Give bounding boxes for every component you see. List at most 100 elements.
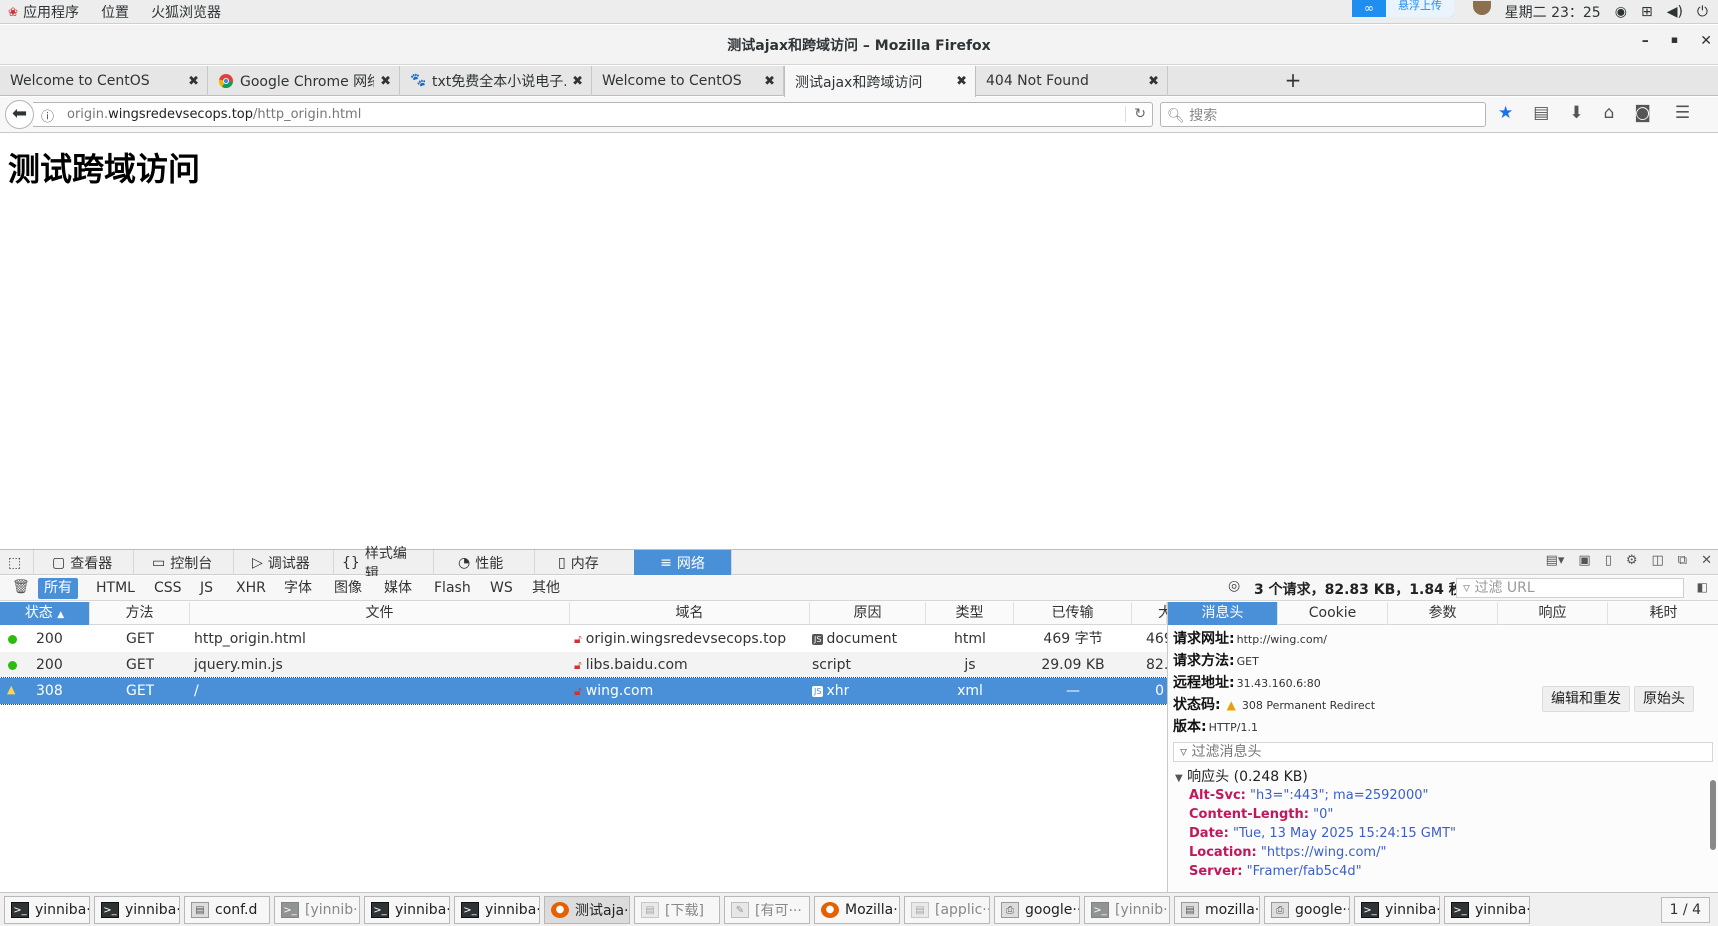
pocket-icon[interactable]: ◙ [1634,103,1651,123]
workspace-pager[interactable]: 1 / 4 [1660,897,1710,923]
column-type[interactable]: 类型 [926,602,1014,625]
task-firefox-active[interactable]: ● 测试aja··· [544,896,630,924]
column-file[interactable]: 文件 [190,602,570,625]
tab-style-editor[interactable]: {} 样式编辑... [334,546,434,582]
tab-404-not-found[interactable]: 404 Not Found ✖ [976,66,1168,96]
dock-side-icon[interactable]: ◫ [1652,553,1664,568]
tab-txt-novel[interactable]: 🐾 txt免费全本小说电子... ✖ [400,66,592,96]
tab-memory[interactable]: ▯ 内存 [550,550,635,575]
filter-xhr[interactable]: XHR [230,578,272,599]
undock-icon[interactable]: ⧉ [1678,553,1687,568]
task-google-installer[interactable]: ⎙ google··· [994,896,1080,924]
record-icon[interactable]: ◉ [1615,4,1627,20]
tab-welcome-centos-1[interactable]: Welcome to CentOS ✖ [0,66,208,96]
split-console-icon[interactable]: ▣ [1578,553,1590,568]
task-folder-applications[interactable]: ▤ [applic··· [904,896,990,924]
tab-google-chrome[interactable]: Google Chrome 网络... ✖ [208,66,400,96]
tab-params[interactable]: 参数 [1388,602,1498,625]
reload-icon[interactable]: ↻ [1125,106,1146,122]
places-menu[interactable]: 位置 [101,2,129,22]
filter-html[interactable]: HTML [90,578,141,599]
settings-gear-icon[interactable]: ⚙ [1626,553,1638,568]
toggle-raw-icon[interactable]: ◧ [1697,580,1708,594]
column-status[interactable]: 状态 ▲ [0,602,90,625]
close-tab-icon[interactable]: ✖ [188,74,199,89]
close-tab-icon[interactable]: ✖ [956,74,967,89]
tab-cookies[interactable]: Cookie [1278,602,1388,625]
volume-icon[interactable]: ◀) [1667,4,1683,20]
hamburger-menu-icon[interactable]: ☰ [1675,103,1690,123]
tab-timings[interactable]: 耗时 [1608,602,1718,625]
task-terminal[interactable]: >_ yinniba··· [454,896,540,924]
tab-inspector[interactable]: ▢ 查看器 [44,550,134,575]
column-method[interactable]: 方法 [90,602,190,625]
filter-css[interactable]: CSS [148,578,188,599]
tab-performance[interactable]: ◔ 性能 [450,550,535,575]
minimize-button[interactable]: – [1642,33,1649,49]
filter-all[interactable]: 所有 [38,578,78,599]
task-folder-confd[interactable]: ▤ conf.d [184,896,270,924]
details-scrollbar[interactable] [1710,780,1716,850]
bookmark-star-icon[interactable]: ★ [1498,103,1513,123]
home-icon[interactable]: ⌂ [1604,103,1615,123]
tab-headers[interactable]: 消息头 [1168,602,1278,625]
raw-headers-button[interactable]: 原始头 [1634,686,1694,712]
url-text[interactable]: origin.wingsredevsecops.top/http_origin.… [67,107,361,122]
bookmarks-list-icon[interactable]: ▤ [1533,103,1549,123]
baidu-upload-float[interactable]: ∞ 悬浮上传 [1352,0,1454,17]
close-window-button[interactable]: ✕ [1700,33,1712,49]
task-terminal[interactable]: >_ yinniba··· [364,896,450,924]
responsive-mode-icon[interactable]: ▯ [1605,553,1612,568]
column-transferred[interactable]: 已传输 [1014,602,1132,625]
task-folder-downloads[interactable]: ▤ [下载] [634,896,720,924]
search-input[interactable]: 🔍︎ 搜索 [1160,102,1486,127]
task-terminal[interactable]: >_ yinniba··· [1444,896,1530,924]
request-row[interactable]: 200 GET jquery.min.js 🔓︎ libs.baidu.com s… [0,652,1167,678]
column-cause[interactable]: 原因 [810,602,926,625]
task-editor[interactable]: ✎ [有可··· [724,896,810,924]
task-terminal-minimized[interactable]: >_ [yinnib··· [274,896,360,924]
close-tab-icon[interactable]: ✖ [572,74,583,89]
filter-ws[interactable]: WS [484,578,519,599]
column-size[interactable]: 大 [1132,602,1167,625]
close-tab-icon[interactable]: ✖ [380,74,391,89]
tab-debugger[interactable]: ▷ 调试器 [244,550,334,575]
response-headers-toggle[interactable]: ▼ 响应头 (0.248 KB) [1175,766,1308,786]
task-terminal[interactable]: >_ yinniba··· [94,896,180,924]
request-row-selected[interactable]: ▲ 308 GET / 🔓︎ wing.com JS xhr xml — 0 [0,677,1167,705]
url-bar[interactable]: ⓘ origin.wingsredevsecops.top/http_origi… [33,102,1153,127]
close-tab-icon[interactable]: ✖ [1148,74,1159,89]
task-folder-mozilla[interactable]: ▤ mozilla··· [1174,896,1260,924]
task-terminal[interactable]: >_ yinniba··· [4,896,90,924]
tab-welcome-centos-2[interactable]: Welcome to CentOS ✖ [592,66,784,96]
close-devtools-icon[interactable]: ✕ [1701,553,1712,568]
new-tab-button[interactable]: + [1280,66,1306,96]
maximize-button[interactable]: ▪ [1671,33,1678,49]
performance-analysis-icon[interactable]: ◎ [1228,578,1240,594]
filter-other[interactable]: 其他 [526,578,566,599]
task-terminal-minimized[interactable]: >_ [yinnib··· [1084,896,1170,924]
info-icon[interactable]: ⓘ [41,106,54,125]
filter-fonts[interactable]: 字体 [278,578,318,599]
tab-test-ajax[interactable]: 测试ajax和跨域访问 ✖ [784,66,976,97]
power-icon[interactable]: ⏻ [1697,4,1708,20]
edit-resend-button[interactable]: 编辑和重发 [1542,686,1630,712]
back-button[interactable]: ⬅ [5,100,34,129]
filter-flash[interactable]: Flash [428,578,477,599]
filter-js[interactable]: JS [194,578,219,599]
firefox-app-menu[interactable]: 火狐浏览器 [151,2,221,22]
filter-media[interactable]: 媒体 [378,578,418,599]
tab-response[interactable]: 响应 [1498,602,1608,625]
tab-console[interactable]: ▭ 控制台 [144,550,234,575]
network-icon[interactable]: ⊞ [1641,4,1653,20]
task-firefox[interactable]: ● Mozilla··· [814,896,900,924]
clock[interactable]: 星期二 23：25 [1505,2,1601,22]
task-terminal[interactable]: >_ yinniba··· [1354,896,1440,924]
dock-options-icon[interactable]: ▤▾ [1546,553,1565,568]
filter-images[interactable]: 图像 [328,578,368,599]
filter-url-input[interactable]: ▿ 过滤 URL [1456,578,1684,598]
tab-network[interactable]: ≡ 网络 [634,550,732,575]
request-row[interactable]: 200 GET http_origin.html 🔓︎ origin.wingsr… [0,626,1167,652]
pick-element-button[interactable]: ⬚ [0,550,34,575]
task-google-installer[interactable]: ⎙ google··· [1264,896,1350,924]
